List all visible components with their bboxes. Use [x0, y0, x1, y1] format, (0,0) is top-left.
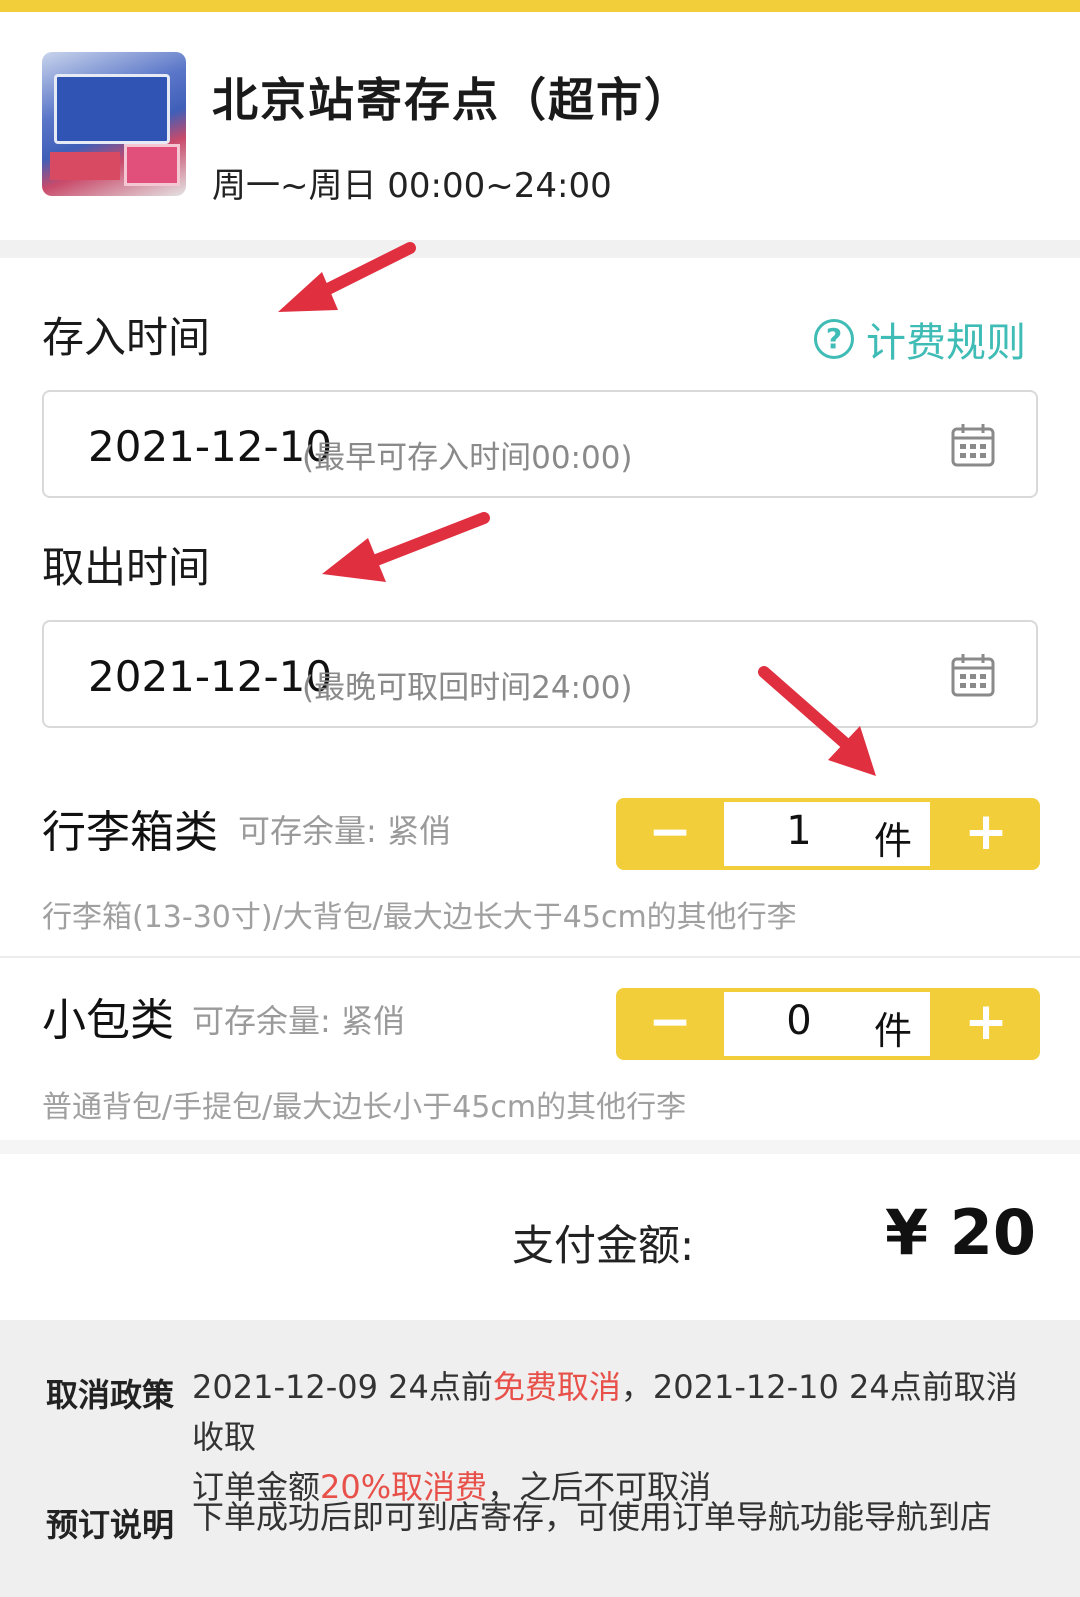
suitcase-unit: 件	[874, 819, 913, 863]
deposit-date-field[interactable]: 2021-12-10 (最早可存入时间00:00)	[42, 390, 1038, 498]
cancel-policy-text: 2021-12-09 24点前免费取消，2021-12-10 24点前取消收取 …	[192, 1362, 1032, 1512]
luggage-smallbag-description: 普通背包/手提包/最大边长小于45cm的其他行李	[42, 1090, 687, 1125]
suitcase-plus-button[interactable]: +	[932, 798, 1040, 870]
smallbag-unit: 件	[874, 1009, 913, 1053]
store-header: 北京站寄存点（超市） 周一~周日 00:00~24:00	[0, 12, 1080, 240]
annotation-arrow-icon	[322, 512, 490, 582]
smallbag-plus-button[interactable]: +	[932, 988, 1040, 1060]
deposit-date-hint: (最早可存入时间00:00)	[302, 440, 633, 476]
suitcase-minus-button[interactable]: −	[616, 798, 724, 870]
annotation-arrow-icon	[278, 242, 416, 312]
deposit-time-label: 存入时间	[42, 313, 211, 362]
smallbag-quantity-stepper: − 0 件 +	[616, 988, 1040, 1060]
suitcase-quantity-stepper: − 1 件 +	[616, 798, 1040, 870]
luggage-suitcase-availability: 可存余量: 紧俏	[238, 812, 451, 850]
store-name: 北京站寄存点（超市）	[212, 73, 692, 127]
deposit-date-value: 2021-12-10	[88, 422, 333, 471]
row-divider	[0, 956, 1080, 958]
luggage-suitcase-title: 行李箱类	[42, 807, 218, 858]
luggage-smallbag-title: 小包类	[42, 995, 174, 1046]
smallbag-minus-button[interactable]: −	[616, 988, 724, 1060]
pickup-date-value: 2021-12-10	[88, 652, 333, 701]
store-photo[interactable]	[42, 52, 186, 196]
booking-notes-text: 下单成功后即可到店寄存，可使用订单导航功能导航到店	[192, 1498, 993, 1536]
luggage-suitcase-description: 行李箱(13-30寸)/大背包/最大边长大于45cm的其他行李	[42, 900, 797, 935]
suitcase-count[interactable]: 1	[774, 808, 824, 854]
payment-label: 支付金额:	[512, 1221, 695, 1270]
pickup-date-hint: (最晚可取回时间24:00)	[302, 670, 633, 706]
pickup-date-field[interactable]: 2021-12-10 (最晚可取回时间24:00)	[42, 620, 1038, 728]
store-hours: 周一~周日 00:00~24:00	[212, 166, 612, 206]
booking-notes-label: 预订说明	[46, 1506, 175, 1544]
policy-panel: 取消政策 2021-12-09 24点前免费取消，2021-12-10 24点前…	[0, 1320, 1080, 1597]
smallbag-count[interactable]: 0	[774, 998, 824, 1044]
question-circle-icon: ?	[814, 319, 854, 359]
annotation-arrow-icon	[758, 666, 876, 776]
cancel-policy-part: 2021-12-09 24点前	[192, 1368, 493, 1406]
top-accent-bar	[0, 0, 1080, 12]
cancel-policy-label: 取消政策	[46, 1376, 175, 1414]
pricing-rules-link[interactable]: ? 计费规则	[814, 310, 1026, 368]
pickup-time-label: 取出时间	[42, 543, 211, 592]
section-divider	[0, 240, 1080, 258]
calendar-icon[interactable]	[950, 652, 996, 698]
section-divider	[0, 1140, 1080, 1154]
pricing-rules-label: 计费规则	[866, 320, 1026, 366]
luggage-smallbag-availability: 可存余量: 紧俏	[192, 1002, 405, 1040]
calendar-icon[interactable]	[950, 422, 996, 468]
free-cancel-highlight: 免费取消	[492, 1368, 621, 1406]
payment-amount: ¥ 20	[884, 1196, 1036, 1269]
